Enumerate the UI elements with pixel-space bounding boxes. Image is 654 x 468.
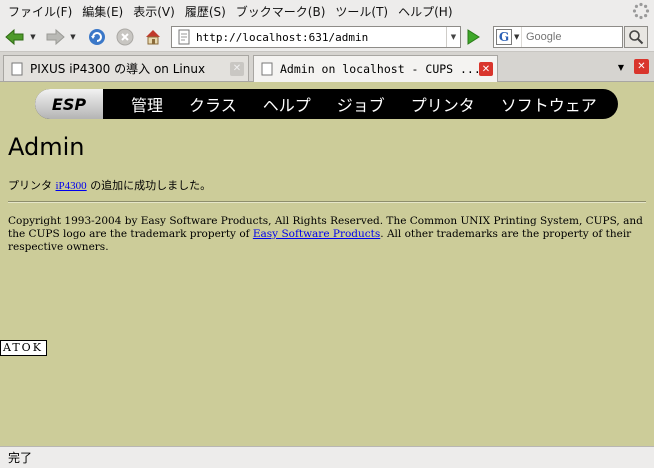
back-arrow-icon (5, 28, 24, 46)
menu-history[interactable]: 履歴(S) (181, 3, 230, 20)
search-engine-selector[interactable]: G ▼ (494, 27, 522, 47)
tab-close-button[interactable]: ✕ (230, 61, 244, 76)
navigation-toolbar: ▼ ▼ http://localhost:631/admin ▼ G ▼ Goo… (0, 22, 654, 52)
horizontal-rule (8, 201, 646, 203)
url-text[interactable]: http://localhost:631/admin (196, 31, 446, 44)
reload-button[interactable] (86, 26, 108, 48)
forward-button[interactable] (44, 26, 66, 48)
tab-pixus[interactable]: PIXUS iP4300 の導入 on Linux ✕ (3, 55, 249, 81)
url-history-dropdown[interactable]: ▼ (446, 27, 460, 47)
back-history-dropdown[interactable]: ▼ (28, 26, 38, 48)
ime-status-indicator: ATOK (0, 340, 47, 356)
reload-icon (89, 29, 105, 45)
go-arrow-icon (467, 29, 480, 45)
status-text: 完了 (8, 451, 33, 465)
esp-logo[interactable]: ESP (35, 89, 103, 119)
printer-link[interactable]: iP4300 (56, 180, 87, 192)
page-favicon (10, 62, 24, 76)
search-button[interactable] (624, 26, 648, 48)
page-content: ESP 管理 クラス ヘルプ ジョブ プリンタ ソフトウェア Admin プリン… (0, 83, 654, 445)
menu-edit[interactable]: 編集(E) (78, 3, 127, 20)
menu-file[interactable]: ファイル(F) (4, 3, 76, 20)
tab-strip: PIXUS iP4300 の導入 on Linux ✕ Admin on loc… (0, 52, 654, 82)
cups-navigation-bar: ESP 管理 クラス ヘルプ ジョブ プリンタ ソフトウェア (35, 89, 618, 119)
nav-printers[interactable]: プリンタ (398, 92, 488, 116)
copyright-notice: Copyright 1993-2004 by Easy Software Pro… (8, 215, 648, 254)
close-tab-button[interactable]: ✕ (634, 59, 649, 74)
stop-icon (116, 28, 134, 46)
stop-button[interactable] (114, 26, 136, 48)
throbber-icon (632, 2, 650, 20)
go-button[interactable] (464, 28, 482, 46)
page-favicon (260, 62, 274, 76)
page-title: Admin (8, 133, 85, 161)
nav-software[interactable]: ソフトウェア (488, 92, 610, 116)
forward-arrow-icon (46, 28, 65, 46)
status-bar: 完了 (0, 446, 654, 468)
menu-view[interactable]: 表示(V) (129, 3, 179, 20)
home-button[interactable] (142, 26, 164, 48)
back-button[interactable] (4, 26, 26, 48)
dropdown-arrow-icon: ▼ (514, 33, 520, 41)
tab-title: PIXUS iP4300 の導入 on Linux (30, 62, 206, 76)
menu-bookmarks[interactable]: ブックマーク(B) (232, 3, 330, 20)
tab-admin[interactable]: Admin on localhost - CUPS ... ✕ (253, 55, 498, 82)
nav-help[interactable]: ヘルプ (250, 92, 324, 116)
nav-classes[interactable]: クラス (176, 92, 250, 116)
forward-history-dropdown[interactable]: ▼ (68, 26, 78, 48)
search-input[interactable] (526, 31, 616, 43)
address-bar[interactable]: http://localhost:631/admin ▼ (171, 26, 461, 48)
tab-title: Admin on localhost - CUPS ... (280, 62, 479, 76)
menu-tools[interactable]: ツール(T) (331, 3, 392, 20)
success-message: プリンタ iP4300 の追加に成功しました。 (8, 177, 211, 193)
message-suffix: の追加に成功しました。 (90, 179, 212, 192)
nav-admin[interactable]: 管理 (103, 92, 176, 116)
google-icon: G (496, 29, 512, 45)
tab-list-button[interactable]: ▼ (612, 56, 630, 78)
menu-bar: ファイル(F) 編集(E) 表示(V) 履歴(S) ブックマーク(B) ツール(… (0, 0, 654, 22)
dropdown-arrow-icon: ▼ (70, 33, 76, 41)
menu-help[interactable]: ヘルプ(H) (394, 3, 456, 20)
tab-close-button[interactable]: ✕ (479, 62, 493, 76)
search-box: G ▼ (493, 26, 623, 48)
nav-jobs[interactable]: ジョブ (324, 92, 398, 116)
easy-software-link[interactable]: Easy Software Products (253, 228, 380, 240)
home-icon (146, 30, 160, 45)
dropdown-arrow-icon: ▼ (617, 62, 625, 72)
dropdown-arrow-icon: ▼ (30, 33, 36, 41)
message-prefix: プリンタ (8, 179, 52, 192)
page-favicon (176, 29, 192, 45)
magnifier-icon (629, 30, 644, 45)
